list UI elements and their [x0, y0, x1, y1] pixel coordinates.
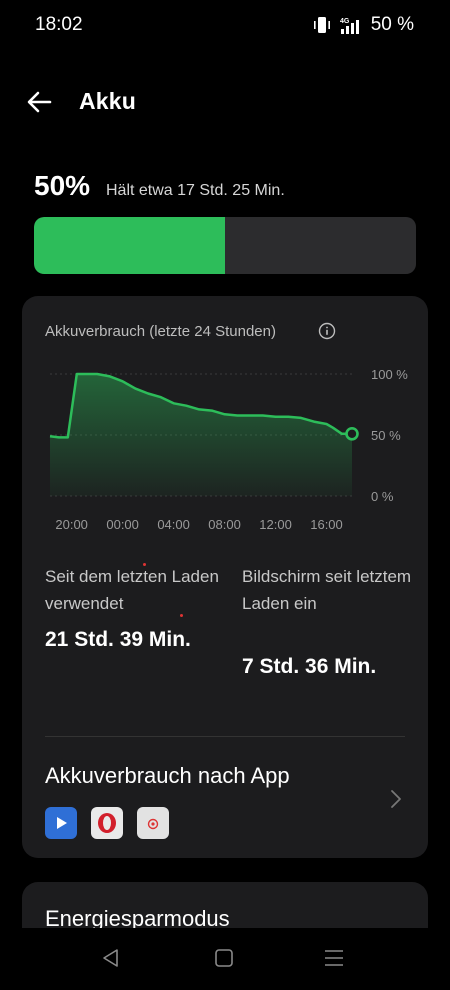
chart-y-tick-label: 100 %	[371, 367, 408, 382]
navigation-bar	[0, 928, 450, 990]
chart-y-tick-label: 50 %	[371, 428, 401, 443]
stat-screen-on-label: Bildschirm seit letztem Laden ein	[242, 567, 412, 613]
app-header: Akku	[0, 80, 450, 124]
page-title: Akku	[79, 88, 137, 114]
signal-4g-icon: 4G	[339, 15, 363, 35]
status-bar: 18:02 4G 50 %	[0, 0, 450, 50]
stat-screen-on-value: 7 Std. 36 Min.	[242, 655, 377, 678]
battery-percent: 50%	[34, 170, 91, 201]
vibrate-icon	[313, 15, 331, 35]
chart-x-tick-label: 20:00	[55, 517, 88, 532]
status-time: 18:02	[35, 14, 83, 35]
status-indicators: 4G 50 %	[313, 14, 414, 36]
chart-x-tick-label: 08:00	[208, 517, 241, 532]
battery-usage-chart: 100 % 50 % 0 % 20:00 00:00 04:00 08:00 12:00 16…	[49, 367, 408, 532]
chart-x-tick-label: 16:00	[310, 517, 343, 532]
nav-menu-icon[interactable]	[322, 946, 346, 970]
chart-y-tick-label: 0 %	[371, 489, 394, 504]
chart-x-tick-label: 00:00	[106, 517, 139, 532]
battery-usage-card: Akkuverbrauch (letzte 24 Stunden) 100 % 5…	[22, 296, 428, 858]
network-type: 4G	[340, 18, 350, 25]
chart-title: Akkuverbrauch (letzte 24 Stunden)	[45, 323, 276, 340]
battery-level-bar	[34, 217, 416, 274]
status-battery: 50 %	[370, 14, 414, 35]
nav-back-icon[interactable]	[99, 946, 123, 970]
stat-since-charge-value: 21 Std. 39 Min.	[45, 628, 191, 651]
app-usage-row[interactable]: Akkuverbrauch nach App	[22, 737, 428, 847]
app-icon	[137, 807, 169, 839]
battery-estimate: Hält etwa 17 Std. 25 Min.	[106, 182, 285, 199]
app-icons	[45, 807, 169, 839]
battery-level-fill	[34, 217, 225, 274]
nav-home-icon[interactable]	[212, 946, 236, 970]
indicator-dot	[143, 563, 146, 566]
opera-icon	[91, 807, 123, 839]
arrow-left-icon[interactable]	[24, 86, 56, 118]
indicator-dot	[180, 614, 183, 617]
app-usage-label: Akkuverbrauch nach App	[45, 763, 290, 788]
chart-current-point	[345, 426, 359, 441]
stat-since-charge-label: Seit dem letzten Laden verwendet	[45, 567, 219, 613]
chart-x-tick-label: 12:00	[259, 517, 292, 532]
chart-area	[50, 374, 352, 496]
chart-x-tick-label: 04:00	[157, 517, 190, 532]
info-icon[interactable]	[318, 322, 336, 340]
video-player-icon	[45, 807, 77, 839]
chevron-right-icon	[388, 787, 404, 811]
